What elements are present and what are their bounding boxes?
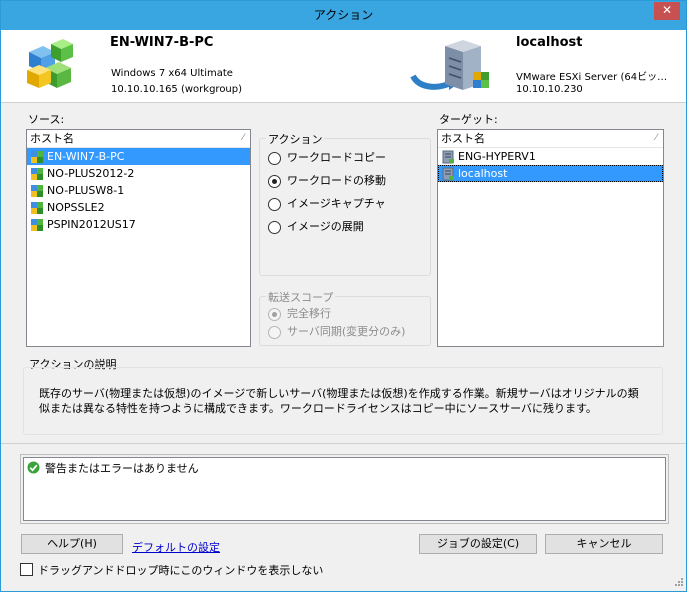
target-host-row-label: localhost <box>458 167 508 180</box>
transfer-scope-option[interactable]: サーバ同期(変更分のみ) <box>268 324 405 340</box>
action-option-label: ワークロードの移動 <box>287 174 386 187</box>
source-column-label: ホスト名 <box>30 132 74 145</box>
hypervisor-host-icon <box>442 167 454 181</box>
close-button[interactable]: ✕ <box>654 2 680 20</box>
radio-button[interactable] <box>268 197 281 211</box>
target-host-row-label: ENG-HYPERV1 <box>458 150 536 163</box>
action-group-label: アクション <box>266 131 325 147</box>
host-icon <box>31 168 43 180</box>
cancel-button[interactable]: キャンセル <box>545 534 663 554</box>
source-host-row-label: NOPSSLE2 <box>47 201 105 214</box>
action-radio-option[interactable]: ワークロードコピー <box>268 150 386 166</box>
host-icon <box>31 151 43 163</box>
target-server-icon <box>410 40 489 90</box>
source-host-row-label: EN-WIN7-B-PC <box>47 150 125 163</box>
radio-button[interactable] <box>268 325 281 339</box>
target-host-name: localhost <box>516 35 583 50</box>
source-host-os: Windows 7 x64 Ultimate <box>111 68 233 79</box>
radio-button[interactable] <box>268 307 281 321</box>
status-message: 警告またはエラーはありません <box>45 462 199 475</box>
transfer-scope-option-label: サーバ同期(変更分のみ) <box>287 325 406 338</box>
resize-grip-icon[interactable] <box>672 577 684 589</box>
source-host-row[interactable]: NOPSSLE2 <box>27 199 250 216</box>
action-option-label: イメージの展開 <box>287 220 364 233</box>
target-host-row[interactable]: ENG-HYPERV1 <box>438 148 663 165</box>
status-message-box: 警告またはエラーはありません <box>23 457 666 521</box>
source-host-row-label: PSPIN2012US17 <box>47 218 136 231</box>
target-host-ip: 10.10.10.230 <box>516 84 583 95</box>
source-host-ip: 10.10.10.165 (workgroup) <box>111 84 243 95</box>
source-host-row[interactable]: NO-PLUS2012-2 <box>27 165 250 182</box>
check-icon <box>27 461 40 474</box>
radio-button[interactable] <box>268 220 281 234</box>
source-host-list[interactable]: ホスト名 ⁄ EN-WIN7-B-PC NO-PLUS2012-2 NO-PLUSW… <box>26 129 251 347</box>
radio-button[interactable] <box>268 151 281 165</box>
transfer-scope-label: 転送スコープ <box>266 289 336 305</box>
dont-show-checkbox[interactable] <box>20 563 33 576</box>
action-dialog: アクション ✕ EN-WIN7-B-PC Windows 7 x64 Ultim… <box>0 0 687 592</box>
target-label: ターゲット: <box>439 113 498 126</box>
target-host-list[interactable]: ホスト名 ⁄ ENG-HYPERV1 localhost <box>437 129 664 347</box>
description-text: 既存のサーバ(物理または仮想)のイメージで新しいサーバ(物理または仮想)を作成す… <box>39 387 639 415</box>
target-host-row[interactable]: localhost <box>438 165 663 182</box>
defaults-link[interactable]: デフォルトの設定 <box>132 539 220 555</box>
title-bar[interactable]: アクション ✕ <box>1 1 686 30</box>
source-server-icon <box>27 39 73 88</box>
window-title: アクション <box>313 8 374 22</box>
hypervisor-host-icon <box>442 150 454 164</box>
target-column-label: ホスト名 <box>441 132 485 145</box>
sort-icon: ⁄ <box>655 133 657 143</box>
host-icon <box>31 202 43 214</box>
source-host-row[interactable]: EN-WIN7-B-PC <box>27 148 250 165</box>
radio-button[interactable] <box>268 174 281 188</box>
source-column-header[interactable]: ホスト名 ⁄ <box>27 130 250 148</box>
help-button[interactable]: ヘルプ(H) <box>21 534 123 554</box>
action-option-label: ワークロードコピー <box>287 151 386 164</box>
source-host-row-label: NO-PLUS2012-2 <box>47 167 135 180</box>
target-host-os: VMware ESXi Server (64ビッ… <box>516 72 668 83</box>
transfer-scope-option[interactable]: 完全移行 <box>268 306 331 322</box>
source-host-row[interactable]: NO-PLUSW8-1 <box>27 182 250 199</box>
action-radio-option[interactable]: イメージキャプチャ <box>268 196 386 212</box>
host-icon <box>31 185 43 197</box>
transfer-scope-option-label: 完全移行 <box>287 307 331 320</box>
source-label: ソース: <box>28 113 65 126</box>
source-host-row[interactable]: PSPIN2012US17 <box>27 216 250 233</box>
dont-show-label: ドラッグアンドドロップ時にこのウィンドウを表示しない <box>38 564 324 577</box>
action-radio-option[interactable]: イメージの展開 <box>268 219 364 235</box>
action-radio-option[interactable]: ワークロードの移動 <box>268 173 386 189</box>
sort-icon: ⁄ <box>242 133 244 143</box>
target-column-header[interactable]: ホスト名 ⁄ <box>438 130 663 148</box>
source-host-name: EN-WIN7-B-PC <box>110 35 214 50</box>
source-host-row-label: NO-PLUSW8-1 <box>47 184 125 197</box>
host-header: EN-WIN7-B-PC Windows 7 x64 Ultimate 10.1… <box>1 30 686 103</box>
separator <box>1 443 686 444</box>
action-option-label: イメージキャプチャ <box>287 197 386 210</box>
host-icon <box>31 219 43 231</box>
job-settings-button[interactable]: ジョブの設定(C) <box>419 534 537 554</box>
